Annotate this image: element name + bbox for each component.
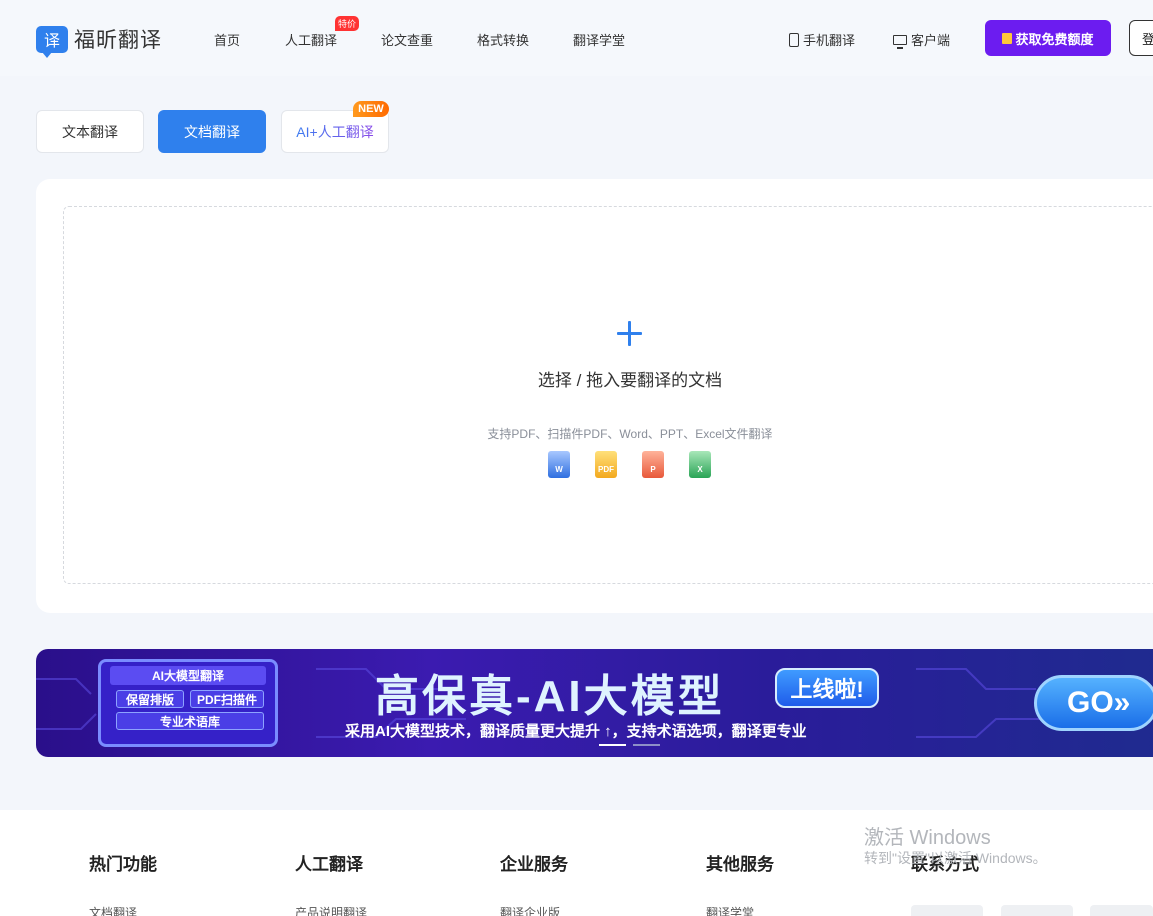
nav-item-format-conversion[interactable]: 格式转换 xyxy=(477,30,529,49)
nav-item-plagiarism-check[interactable]: 论文查重 xyxy=(381,30,433,49)
footer-link[interactable]: 文档翻译 xyxy=(89,904,137,916)
desktop-client-label: 客户端 xyxy=(911,33,951,48)
footer-heading-enterprise: 企业服务 xyxy=(500,855,568,874)
site-logo[interactable]: 译 福昕翻译 xyxy=(36,24,162,58)
banner-headline: 高保真-AI大模型 xyxy=(375,672,725,721)
nav-item-label: 人工翻译 xyxy=(285,33,338,48)
mobile-translation-label: 手机翻译 xyxy=(803,33,856,48)
plus-icon[interactable] xyxy=(617,321,642,346)
banner-go-button[interactable]: GO» xyxy=(1034,675,1153,731)
login-button[interactable]: 登 xyxy=(1129,20,1153,56)
banner-box-title: AI大模型翻译 xyxy=(110,666,266,685)
nav-item-translation-academy[interactable]: 翻译学堂 xyxy=(573,30,625,49)
monitor-icon xyxy=(893,34,907,49)
nav-item-home[interactable]: 首页 xyxy=(214,30,240,49)
top-header: 译 福昕翻译 首页 人工翻译 特价 论文查重 格式转换 翻译学堂 手机翻译 客户… xyxy=(0,0,1153,76)
gift-icon xyxy=(1002,32,1013,44)
footer-heading-other: 其他服务 xyxy=(706,855,774,874)
banner-pager-dot[interactable] xyxy=(633,744,660,746)
pdf-file-icon: PDF xyxy=(595,451,617,478)
logo-text: 福昕翻译 xyxy=(74,29,162,52)
phone-icon xyxy=(789,32,799,47)
desktop-client-link[interactable]: 客户端 xyxy=(893,30,950,49)
banner-chip-scanned-pdf: PDF扫描件 xyxy=(190,690,264,708)
banner-chip-layout: 保留排版 xyxy=(116,690,184,708)
dropzone-title[interactable]: 选择 / 拖入要翻译的文档 xyxy=(460,366,800,391)
tab-text-translation[interactable]: 文本翻译 xyxy=(36,110,144,153)
banner-subline: 采用AI大模型技术，翻译质量更大提升 ↑，支持术语选项，翻译更专业 xyxy=(345,723,807,740)
ppt-file-icon: P xyxy=(642,451,664,478)
nav-item-human-translation[interactable]: 人工翻译 特价 xyxy=(285,16,360,49)
get-free-quota-button[interactable]: 获取免费额度 xyxy=(985,20,1111,56)
footer-link[interactable]: 产品说明翻译 xyxy=(295,904,367,916)
footer-heading-popular: 热门功能 xyxy=(89,855,157,874)
banner-chip-termbase: 专业术语库 xyxy=(116,712,264,730)
sale-badge: 特价 xyxy=(335,16,360,31)
footer-link[interactable]: 翻译企业版 xyxy=(500,904,560,916)
banner-pager-dot[interactable] xyxy=(599,744,626,746)
file-dropzone[interactable] xyxy=(63,206,1153,584)
excel-file-icon: X xyxy=(689,451,711,478)
tab-document-translation[interactable]: 文档翻译 xyxy=(158,110,266,153)
contact-qr-placeholder xyxy=(1090,905,1153,916)
mobile-translation-link[interactable]: 手机翻译 xyxy=(789,30,855,49)
windows-activation-watermark: 激活 Windows xyxy=(864,827,991,849)
footer-heading-human: 人工翻译 xyxy=(295,855,363,874)
new-badge: NEW xyxy=(353,101,389,117)
banner-live-tag: 上线啦! xyxy=(775,668,879,708)
windows-activation-hint: 转到"设置"以激活 Windows。 xyxy=(864,850,1047,866)
get-free-quota-label: 获取免费额度 xyxy=(1015,31,1094,47)
contact-qr-placeholder xyxy=(1001,905,1073,916)
footer-link[interactable]: 翻译学堂 xyxy=(706,904,754,916)
tab-ai-label: AI+人工翻译 xyxy=(296,123,374,140)
contact-qr-placeholder xyxy=(911,905,983,916)
logo-icon: 译 xyxy=(36,25,68,58)
supported-formats-text: 支持PDF、扫描件PDF、Word、PPT、Excel文件翻译 xyxy=(487,427,773,441)
word-file-icon: W xyxy=(548,451,570,478)
